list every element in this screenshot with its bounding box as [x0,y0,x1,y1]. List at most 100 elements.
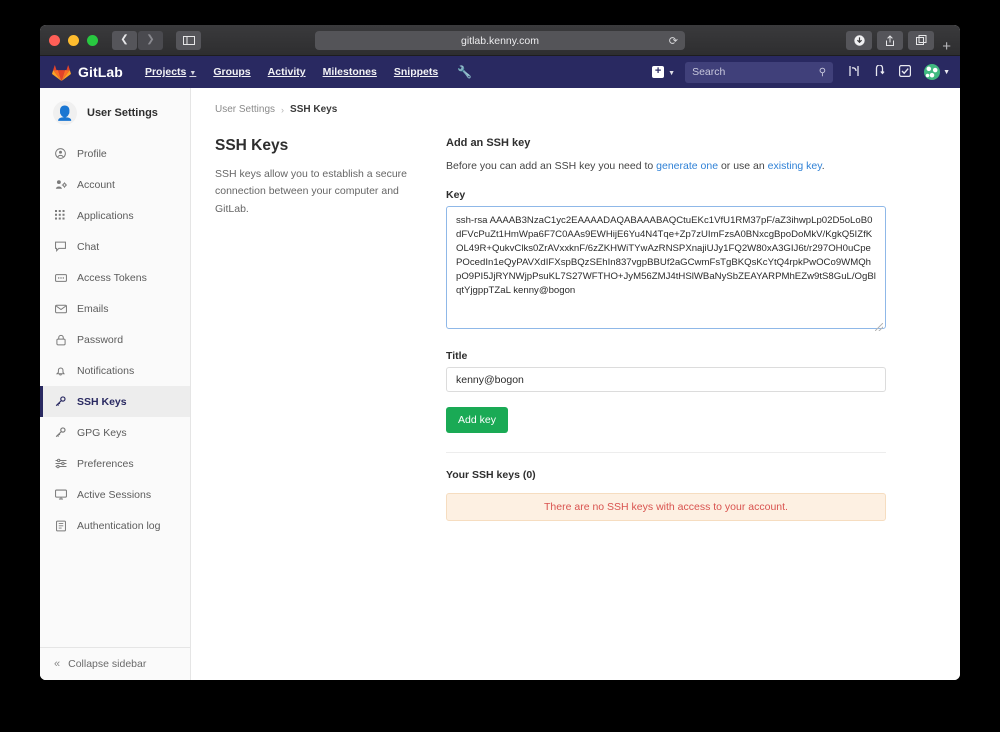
title-input[interactable] [446,367,886,392]
sidebar-item-label: Profile [77,148,107,160]
sidebar-item-access-tokens[interactable]: Access Tokens [40,262,190,293]
sidebar-item-notifications[interactable]: Notifications [40,355,190,386]
existing-key-link[interactable]: existing key [768,160,822,172]
sidebar-item-emails[interactable]: Emails [40,293,190,324]
forward-button[interactable]: ❯ [138,31,163,50]
settings-sidebar: 👤 User Settings Profile Account [40,88,191,680]
search-icon: ⚲ [819,67,826,78]
maximize-window-button[interactable] [87,35,98,46]
nav-link-groups[interactable]: Groups [213,66,250,78]
monitor-icon [54,489,67,500]
sidebar-header: 👤 User Settings [40,88,190,138]
url-text: gitlab.kenny.com [461,35,539,47]
generate-one-link[interactable]: generate one [656,160,718,172]
nav-link-snippets[interactable]: Snippets [394,66,438,78]
sidebar-title: User Settings [87,107,158,119]
sidebar-item-label: SSH Keys [77,396,127,408]
sidebar-item-authentication-log[interactable]: Authentication log [40,510,190,541]
chevron-down-icon[interactable]: ▼ [943,69,950,76]
settings-columns: SSH Keys SSH keys allow you to establish… [215,137,938,521]
nav-link-activity[interactable]: Activity [268,66,306,78]
breadcrumb-separator-icon: › [281,105,284,115]
todos-glyph [899,65,911,77]
toolbar-right-buttons[interactable]: + [846,31,951,50]
key-icon [54,427,67,438]
sidebar-item-label: GPG Keys [77,427,127,439]
share-button[interactable] [877,31,903,50]
gitlab-logo-icon [52,63,71,82]
sliders-icon [54,458,67,469]
issues-glyph [874,65,885,77]
address-bar[interactable]: gitlab.kenny.com ⟳ [315,31,685,50]
tab-overview-button[interactable] [908,31,934,50]
gitlab-home-link[interactable]: GitLab [52,63,123,82]
todos-icon[interactable] [899,65,911,80]
wrench-icon[interactable]: 🔧 [457,65,472,79]
nav-link-groups-label: Groups [213,66,250,78]
collapse-sidebar-button[interactable]: « Collapse sidebar [40,647,190,680]
title-field-label: Title [446,350,886,362]
page-description: SSH keys allow you to establish a secure… [215,166,410,218]
form-subtext-suffix: . [822,160,825,172]
nav-link-projects-label: Projects [145,66,186,78]
reload-icon[interactable]: ⟳ [669,34,678,47]
profile-icon [54,148,67,159]
sidebar-toggle-button[interactable] [176,31,201,50]
sidebar-item-password[interactable]: Password [40,324,190,355]
sidebar-item-account[interactable]: Account [40,169,190,200]
chevron-double-left-icon: « [54,658,60,670]
chat-icon [54,241,67,252]
merge-requests-icon[interactable] [848,65,860,80]
new-item-button[interactable]: + ▼ [652,66,675,78]
sidebar-item-label: Notifications [77,365,134,377]
applications-icon [54,210,67,221]
sidebar-item-applications[interactable]: Applications [40,200,190,231]
new-tab-button[interactable]: + [942,38,951,55]
minimize-window-button[interactable] [68,35,79,46]
sidebar-item-label: Password [77,334,123,346]
navbar-right-group: + ▼ Search ⚲ [652,56,950,88]
key-input[interactable] [446,206,886,329]
page-title: SSH Keys [215,137,410,155]
bell-icon [54,365,67,377]
access-tokens-icon [54,273,67,283]
navigation-buttons[interactable]: ❮ ❯ [112,31,163,50]
sidebar-item-ssh-keys[interactable]: SSH Keys [40,386,190,417]
empty-keys-alert: There are no SSH keys with access to you… [446,493,886,521]
avatar[interactable] [924,64,940,80]
browser-titlebar: ❮ ❯ gitlab.kenny.com ⟳ [40,25,960,56]
form-subtext-prefix: Before you can add an SSH key you need t… [446,160,656,172]
back-button[interactable]: ❮ [112,31,137,50]
breadcrumb-root[interactable]: User Settings [215,104,275,115]
your-ssh-keys-heading: Your SSH keys (0) [446,469,886,481]
nav-link-projects[interactable]: Projects ▼ [145,66,196,78]
sidebar-item-label: Authentication log [77,520,160,532]
issues-icon[interactable] [874,65,885,80]
downloads-button[interactable] [846,31,872,50]
sidebar-item-active-sessions[interactable]: Active Sessions [40,479,190,510]
sidebar-item-preferences[interactable]: Preferences [40,448,190,479]
sidebar-item-chat[interactable]: Chat [40,231,190,262]
section-divider [446,452,886,453]
resize-handle[interactable] [875,323,883,331]
form-subtext: Before you can add an SSH key you need t… [446,160,886,172]
nav-link-milestones[interactable]: Milestones [323,66,377,78]
gitlab-navbar: GitLab Projects ▼ Groups Activity Milest… [40,56,960,88]
merge-requests-glyph [848,65,860,77]
form-heading: Add an SSH key [446,137,886,149]
collapse-sidebar-label: Collapse sidebar [68,658,146,670]
account-icon [54,179,67,190]
search-input[interactable]: Search ⚲ [685,62,833,83]
chevron-down-icon: ▼ [668,70,675,77]
share-icon [885,35,895,47]
key-field-label: Key [446,189,886,201]
window-controls[interactable] [49,35,98,46]
sidebar-item-profile[interactable]: Profile [40,138,190,169]
sidebar-toggle-icon [183,36,195,45]
chevron-down-icon: ▼ [189,70,196,77]
add-key-button[interactable]: Add key [446,407,508,433]
sidebar-item-gpg-keys[interactable]: GPG Keys [40,417,190,448]
close-window-button[interactable] [49,35,60,46]
plus-icon: + [652,66,664,78]
section-description-column: SSH Keys SSH keys allow you to establish… [215,137,410,521]
